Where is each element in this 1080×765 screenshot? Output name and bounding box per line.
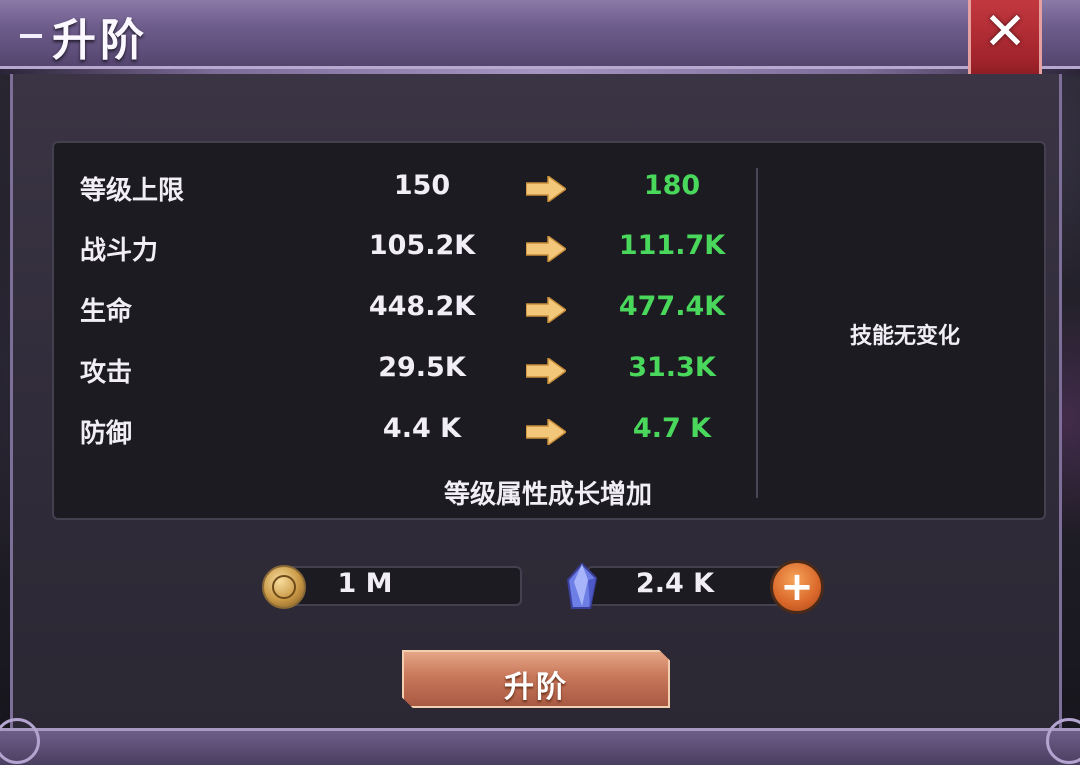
- dialog-title: 升阶: [52, 15, 148, 66]
- skill-note: 技能无变化: [849, 324, 960, 349]
- title-decoration: [20, 34, 42, 38]
- gold-cost-value: 1 M: [337, 568, 393, 599]
- growth-note: 等级属性成长增加: [443, 480, 652, 510]
- stat-old-value: 29.5K: [378, 352, 466, 383]
- stat-row-defense: 防御 4.4 K 4.7 K: [0, 413, 760, 453]
- stat-new-value: 477.4K: [618, 291, 726, 322]
- add-crystal-button[interactable]: +: [770, 560, 824, 614]
- stat-label: 生命: [80, 297, 133, 327]
- upgrade-dialog: 升阶 ✕ 等级上限 150 180 战斗力 105.2K 111.7K 生命 4…: [0, 0, 1080, 765]
- arrow-right-icon: [526, 358, 566, 384]
- arrow-right-icon: [526, 176, 566, 202]
- stat-label: 防御: [80, 419, 133, 449]
- upgrade-button[interactable]: 升阶: [402, 650, 670, 708]
- crystal-cost-value: 2.4 K: [635, 568, 715, 599]
- stat-row-level-cap: 等级上限 150 180: [0, 170, 760, 210]
- stat-row-attack: 攻击 29.5K 31.3K: [0, 352, 760, 392]
- dialog-bottom-frame: [0, 728, 1080, 765]
- stat-old-value: 105.2K: [368, 230, 476, 261]
- arrow-right-icon: [526, 236, 566, 262]
- stat-new-value: 4.7 K: [632, 413, 712, 444]
- arrow-right-icon: [526, 419, 566, 445]
- stat-new-value: 31.3K: [628, 352, 716, 383]
- dialog-title-bar: 升阶: [0, 0, 1080, 75]
- stat-new-value: 111.7K: [618, 230, 726, 261]
- stat-old-value: 150: [393, 170, 451, 201]
- stat-label: 攻击: [80, 358, 133, 388]
- stat-label: 等级上限: [80, 176, 185, 206]
- upgrade-button-label: 升阶: [504, 670, 568, 705]
- stat-label: 战斗力: [80, 236, 159, 266]
- stat-new-value: 180: [643, 170, 701, 201]
- stat-row-hp: 生命 448.2K 477.4K: [0, 291, 760, 331]
- coin-crest: [272, 575, 296, 599]
- close-icon: ✕: [983, 2, 1027, 62]
- stat-row-power: 战斗力 105.2K 111.7K: [0, 230, 760, 270]
- crystal-icon: [566, 562, 598, 609]
- stat-old-value: 4.4 K: [382, 413, 462, 444]
- plus-icon: +: [780, 564, 814, 610]
- arrow-right-icon: [526, 297, 566, 323]
- stat-old-value: 448.2K: [368, 291, 476, 322]
